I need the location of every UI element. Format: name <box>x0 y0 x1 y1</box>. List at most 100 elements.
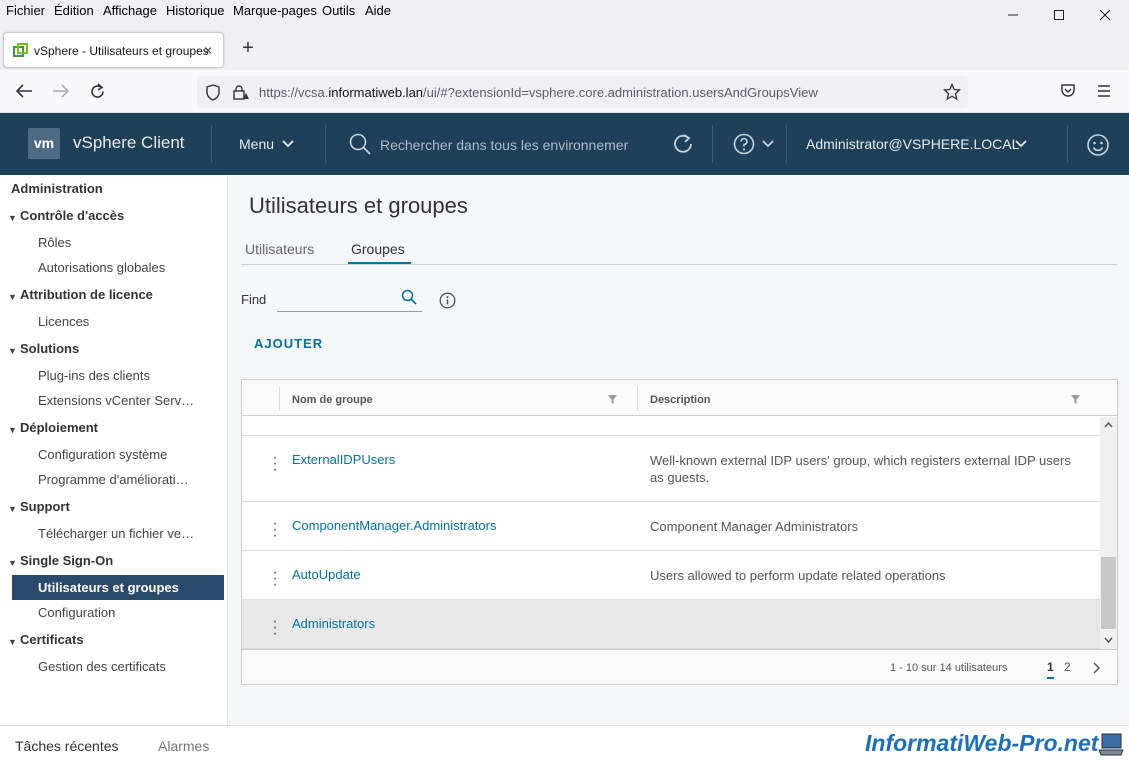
sidebar-item-extensions[interactable]: Extensions vCenter Serv… <box>38 393 194 408</box>
caret-down-icon[interactable]: ▼ <box>8 292 17 302</box>
add-button[interactable]: AJOUTER <box>254 336 323 351</box>
browser-tab[interactable]: vSphere - Utilisateurs et groupes × <box>3 32 224 68</box>
header-divider <box>786 125 787 163</box>
group-description: Users allowed to perform update related … <box>650 568 946 583</box>
menu-outils[interactable]: Outils <box>322 3 355 18</box>
chevron-down-icon[interactable] <box>762 140 774 148</box>
filter-icon[interactable] <box>608 395 617 404</box>
close-window-button[interactable] <box>1082 0 1128 30</box>
lock-warning-icon[interactable] <box>232 84 250 101</box>
reload-icon[interactable] <box>89 83 106 100</box>
table-row[interactable]: · · · AutoUpdate Users allowed to perform … <box>242 551 1100 600</box>
scroll-down-icon[interactable] <box>1104 637 1113 643</box>
tab-close-button[interactable]: × <box>204 42 212 58</box>
menu-affichage[interactable]: Affichage <box>103 3 157 18</box>
table-row[interactable]: · · · ExternalIDPUsers Well-known external… <box>242 436 1100 502</box>
caret-down-icon[interactable]: ▼ <box>8 637 17 647</box>
scroll-up-icon[interactable] <box>1104 422 1113 428</box>
sidebar-section-licence[interactable]: Attribution de licence <box>20 287 153 302</box>
new-tab-button[interactable]: + <box>236 37 260 61</box>
page-1-button[interactable]: 1 <box>1047 660 1054 679</box>
sidebar-item-utilisateurs-groupes[interactable]: Utilisateurs et groupes <box>38 580 179 595</box>
page-title: Utilisateurs et groupes <box>249 193 468 218</box>
sidebar-section-certificats[interactable]: Certificats <box>20 632 84 647</box>
row-actions-icon[interactable]: · · · <box>272 614 278 642</box>
vsphere-favicon-icon <box>13 43 28 57</box>
tab-alarmes[interactable]: Alarmes <box>158 738 209 754</box>
group-name-link[interactable]: Administrators <box>292 616 375 631</box>
app-name[interactable]: vSphere Client <box>73 133 185 153</box>
grid-scrollbar[interactable] <box>1100 417 1117 649</box>
shield-icon[interactable] <box>205 84 221 101</box>
laptop-icon <box>1098 733 1124 756</box>
minimize-button[interactable] <box>990 0 1036 30</box>
minimize-icon <box>1008 14 1018 16</box>
refresh-icon[interactable] <box>671 132 695 156</box>
group-name-link[interactable]: AutoUpdate <box>292 567 361 582</box>
help-icon[interactable] <box>733 133 755 155</box>
bookmark-star-icon[interactable] <box>943 83 961 101</box>
group-name-link[interactable]: ExternalIDPUsers <box>292 452 395 467</box>
back-arrow-icon[interactable] <box>15 83 33 99</box>
table-row[interactable]: · · · Administrators <box>242 600 1100 649</box>
menu-fichier[interactable]: Fichier <box>6 3 45 18</box>
caret-down-icon[interactable]: ▼ <box>8 213 17 223</box>
sidebar-item-licences[interactable]: Licences <box>38 314 89 329</box>
table-row[interactable]: · · · ComponentManager.Administrators Comp… <box>242 502 1100 551</box>
sidebar-item-programme-amelioration[interactable]: Programme d'améliorati… <box>38 472 189 487</box>
header-divider <box>1067 125 1068 163</box>
browser-navbar: https://vcsa.informatiweb.lan/ui/#?exten… <box>0 70 1129 113</box>
caret-down-icon[interactable]: ▼ <box>8 425 17 435</box>
sidebar-item-plugins[interactable]: Plug-ins des clients <box>38 368 150 383</box>
group-description: Component Manager Administrators <box>650 519 859 534</box>
sidebar-section-controle-acces[interactable]: Contrôle d'accès <box>20 208 124 223</box>
page-2-button[interactable]: 2 <box>1064 660 1071 674</box>
column-header-nom-groupe[interactable]: Nom de groupe <box>292 394 373 406</box>
main-content: Utilisateurs et groupes Utilisateurs Gro… <box>229 175 1129 725</box>
chevron-down-icon[interactable] <box>282 140 294 148</box>
row-actions-icon[interactable]: · · · <box>272 565 278 593</box>
filter-icon[interactable] <box>1071 395 1080 404</box>
sidebar-item-configuration-systeme[interactable]: Configuration système <box>38 447 167 462</box>
sidebar-item-gestion-certificats[interactable]: Gestion des certificats <box>38 659 166 674</box>
hamburger-menu-icon[interactable] <box>1097 84 1111 98</box>
watermark-logo: InformatiWeb-Pro.net <box>865 730 1099 756</box>
tab-taches-recentes[interactable]: Tâches récentes <box>15 738 119 754</box>
user-menu[interactable]: Administrator@VSPHERE.LOCAL <box>806 136 1019 152</box>
close-icon <box>1099 9 1111 21</box>
tab-groupes[interactable]: Groupes <box>351 241 405 257</box>
row-actions-icon[interactable]: · · · <box>272 450 278 478</box>
menu-historique[interactable]: Historique <box>166 3 225 18</box>
chevron-down-icon[interactable] <box>1015 140 1027 148</box>
caret-down-icon[interactable]: ▼ <box>8 504 17 514</box>
row-actions-icon[interactable]: · · · <box>272 516 278 544</box>
sidebar-item-telecharger[interactable]: Télécharger un fichier ve… <box>38 526 194 541</box>
pocket-icon[interactable] <box>1060 83 1076 99</box>
menu-aide[interactable]: Aide <box>365 3 391 18</box>
caret-down-icon[interactable]: ▼ <box>8 346 17 356</box>
caret-down-icon[interactable]: ▼ <box>8 558 17 568</box>
chevron-right-icon[interactable] <box>1093 662 1101 674</box>
smiley-feedback-icon[interactable] <box>1086 133 1110 157</box>
sidebar-section-solutions[interactable]: Solutions <box>20 341 79 356</box>
menu-edition[interactable]: Édition <box>54 3 94 18</box>
sidebar-section-deploiement[interactable]: Déploiement <box>20 420 98 435</box>
search-icon <box>349 133 371 155</box>
main-menu-button[interactable]: Menu <box>239 136 274 152</box>
sidebar-section-sso[interactable]: Single Sign-On <box>20 553 113 568</box>
sidebar-item-configuration[interactable]: Configuration <box>38 605 115 620</box>
sidebar-section-support[interactable]: Support <box>20 499 70 514</box>
menu-marque-pages[interactable]: Marque-pages <box>233 3 317 18</box>
search-icon[interactable] <box>401 289 417 305</box>
sidebar-item-roles[interactable]: Rôles <box>38 235 71 250</box>
sidebar-item-autorisations-globales[interactable]: Autorisations globales <box>38 260 165 275</box>
tab-utilisateurs[interactable]: Utilisateurs <box>245 241 314 257</box>
group-name-link[interactable]: ComponentManager.Administrators <box>292 518 497 533</box>
info-icon[interactable] <box>439 292 456 309</box>
maximize-button[interactable] <box>1036 0 1082 30</box>
forward-arrow-icon[interactable] <box>52 83 70 99</box>
url-bar[interactable]: https://vcsa.informatiweb.lan/ui/#?exten… <box>197 76 968 108</box>
scrollbar-thumb[interactable] <box>1101 557 1116 629</box>
global-search-input[interactable]: Rechercher dans tous les environnemer <box>380 137 628 153</box>
column-header-description[interactable]: Description <box>650 394 711 406</box>
